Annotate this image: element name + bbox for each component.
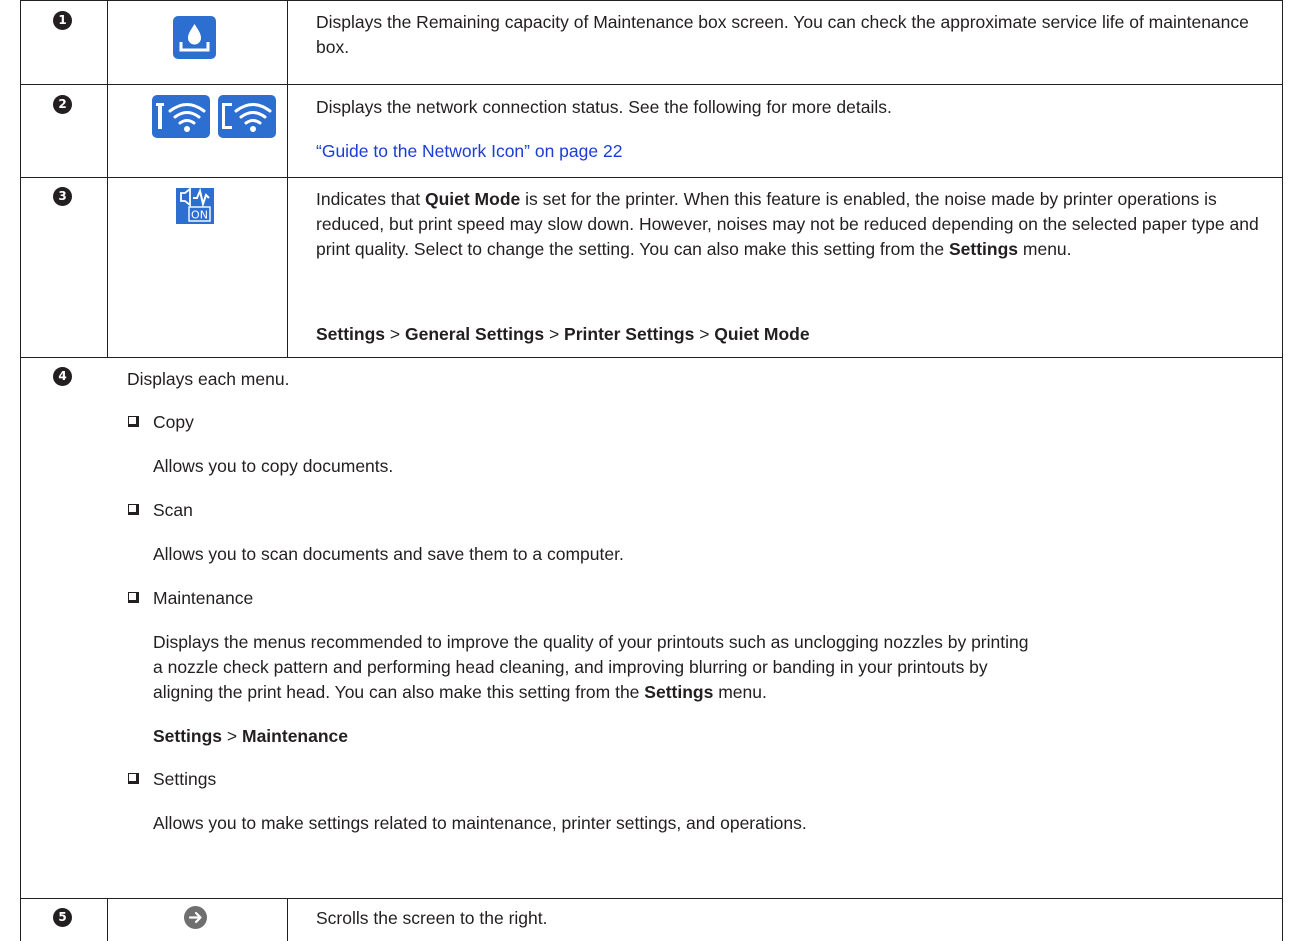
row-2-description: Displays the network connection status. … <box>316 97 892 117</box>
row-number-4: 4 <box>53 367 72 386</box>
checkbox-bullet-icon <box>128 773 139 784</box>
network-status-icon <box>152 95 276 138</box>
row-number-3: 3 <box>53 187 72 206</box>
quiet-mode-on-icon: ON <box>176 187 214 224</box>
row-number-1: 1 <box>53 11 72 30</box>
checkbox-bullet-icon <box>128 592 139 603</box>
menu-item-scan: Scan <box>153 500 193 520</box>
menu-intro: Displays each menu. <box>127 369 290 389</box>
scroll-right-arrow-icon <box>184 906 207 929</box>
row-1-description: Displays the Remaining capacity of Maint… <box>316 12 1249 57</box>
reference-table: 1 Displays the Remaining capacity of Mai… <box>20 0 1283 941</box>
row-5-description: Scrolls the screen to the right. <box>316 908 548 928</box>
menu-item-maintenance: Maintenance <box>153 588 254 608</box>
menu-item-settings: Settings <box>153 769 217 789</box>
menu-item-maintenance-desc-line-1: Displays the menus recommended to improv… <box>153 632 1029 652</box>
quiet-mode-menu-path: Settings > General Settings > Printer Se… <box>316 324 810 344</box>
menu-item-scan-desc: Allows you to scan documents and save th… <box>153 544 624 564</box>
maintenance-menu-path: Settings > Maintenance <box>153 726 348 746</box>
quiet-mode-icon-on-label: ON <box>191 209 208 222</box>
menu-item-maintenance-desc-line-2: a nozzle check pattern and performing he… <box>153 657 988 677</box>
row-number-2: 2 <box>53 95 72 114</box>
checkbox-bullet-icon <box>128 504 139 515</box>
row-3-description: Indicates that Quiet Mode is set for the… <box>316 189 1259 259</box>
checkbox-bullet-icon <box>128 416 139 427</box>
row-number-5: 5 <box>53 908 72 927</box>
menu-item-copy-desc: Allows you to copy documents. <box>153 456 394 476</box>
maintenance-box-icon <box>173 16 216 59</box>
menu-item-settings-desc: Allows you to make settings related to m… <box>153 813 807 833</box>
menu-item-maintenance-desc-line-3: aligning the print head. You can also ma… <box>153 682 767 702</box>
menu-item-copy: Copy <box>153 412 194 432</box>
network-icon-guide-link[interactable]: “Guide to the Network Icon” on page 22 <box>316 139 1256 164</box>
